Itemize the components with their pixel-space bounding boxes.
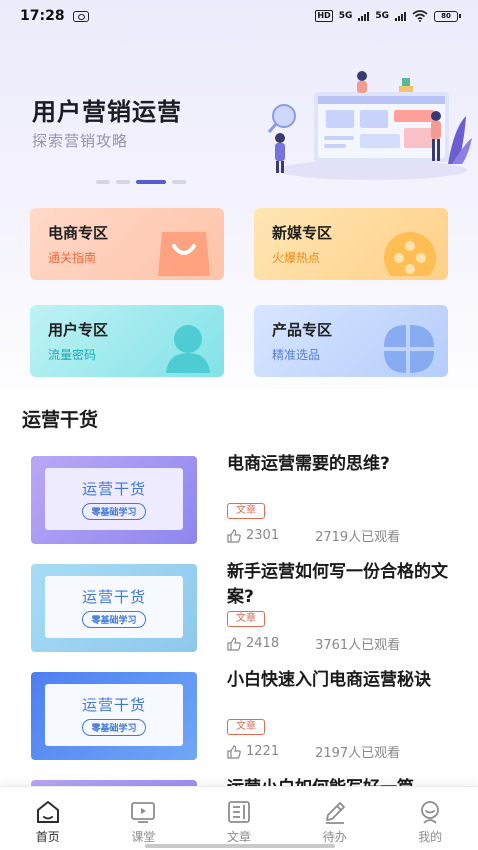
thumbnail-card: 运营干货 零基础学习	[45, 468, 183, 530]
view-count: 3761人已观看	[315, 638, 401, 653]
article-item[interactable]: 运营干货 零基础学习 新手运营如何写一份合格的文案? 文章 2418 3761人…	[0, 562, 478, 664]
pagination-dot[interactable]	[172, 180, 186, 184]
banner-title[interactable]: 用户营销运营	[32, 92, 182, 127]
thumbnail-badge: 零基础学习	[82, 503, 146, 520]
status-bar: 17:28 HD 5G 5G 80	[0, 0, 478, 32]
article-thumbnail: 运营干货 零基础学习	[31, 456, 197, 544]
section-title: 运营干货	[22, 409, 99, 431]
thumbnail-card: 运营干货 零基础学习	[45, 684, 183, 746]
nav-item-profile[interactable]: 我的	[382, 787, 478, 850]
nav-item-class[interactable]: 课堂	[96, 787, 192, 850]
article-title[interactable]: 新手运营如何写一份合格的文案?	[227, 560, 467, 610]
thumbnail-title: 运营干货	[81, 480, 146, 498]
profile-icon	[421, 801, 440, 824]
nav-item-articles[interactable]: 文章	[191, 787, 287, 850]
thumbs-up-icon[interactable]	[227, 744, 241, 759]
battery-icon: 80	[434, 10, 461, 22]
category-card-newmedia[interactable]: 新媒专区 火爆热点	[254, 208, 448, 280]
thumbnail-title: 运营干货	[81, 588, 146, 606]
banner-illustration	[267, 71, 472, 180]
network-label-1: 5G	[338, 11, 353, 21]
video-icon	[131, 802, 156, 823]
category-card-user[interactable]: 用户专区 流量密码	[30, 305, 224, 377]
nav-label: 待办	[322, 830, 347, 844]
article-tag: 文章	[227, 611, 265, 627]
banner-pagination[interactable]	[96, 180, 186, 184]
article-stats: 2301 2719人已观看	[227, 526, 400, 545]
bottom-navigation: 首页 课堂 文章 待办 我的	[0, 786, 478, 850]
shopping-bag-icon	[158, 232, 210, 276]
nav-label: 我的	[418, 830, 443, 844]
thumbnail-badge: 零基础学习	[82, 719, 146, 736]
thumbnail-title: 运营干货	[81, 696, 146, 714]
nav-label: 文章	[226, 830, 251, 844]
nav-item-home[interactable]: 首页	[0, 787, 96, 850]
article-icon	[228, 801, 250, 823]
film-reel-icon	[384, 232, 436, 276]
pagination-dot[interactable]	[116, 180, 130, 184]
article-item[interactable]: 运营干货 零基础学习 小白快速入门电商运营秘诀 文章 1221 2197人已观看	[0, 670, 478, 772]
article-item[interactable]: 运营干货 零基础学习 电商运营需要的思维? 文章 2301 2719人已观看	[0, 454, 478, 556]
wifi-icon	[412, 10, 428, 22]
network-label-2: 5G	[375, 11, 389, 21]
like-count: 2418	[246, 636, 280, 651]
nav-label: 首页	[35, 830, 60, 844]
like-count: 1221	[246, 744, 280, 759]
nav-item-todo[interactable]: 待办	[287, 787, 383, 850]
category-card-ecommerce[interactable]: 电商专区 通关指南	[30, 208, 224, 280]
hd-icon: HD	[315, 10, 333, 22]
nav-label: 课堂	[131, 830, 156, 844]
view-count: 2197人已观看	[315, 746, 401, 761]
article-thumbnail: 运营干货 零基础学习	[31, 672, 197, 760]
pagination-dot-active[interactable]	[136, 180, 166, 184]
banner-subtitle: 探索营销攻略	[32, 132, 129, 150]
signal-icon-2	[395, 11, 406, 21]
thumbs-up-icon[interactable]	[227, 636, 241, 651]
article-stats: 2418 3761人已观看	[227, 634, 400, 653]
thumbs-up-icon[interactable]	[227, 528, 241, 543]
home-icon	[36, 801, 59, 823]
home-indicator[interactable]	[145, 844, 335, 848]
notification-icon	[72, 10, 89, 22]
view-count: 2719人已观看	[315, 530, 401, 545]
pen-icon	[325, 802, 345, 824]
article-stats: 1221 2197人已观看	[227, 742, 400, 761]
clover-icon	[384, 325, 434, 373]
category-card-product[interactable]: 产品专区 精准选品	[254, 305, 448, 377]
status-time: 17:28	[20, 8, 65, 24]
status-indicators: HD 5G 5G 80	[315, 10, 461, 22]
article-title[interactable]: 电商运营需要的思维?	[227, 452, 467, 477]
like-count: 2301	[246, 528, 280, 543]
thumbnail-card: 运营干货 零基础学习	[45, 576, 183, 638]
signal-icon	[358, 11, 370, 21]
user-icon	[166, 325, 210, 373]
pagination-dot[interactable]	[96, 180, 110, 184]
thumbnail-badge: 零基础学习	[82, 611, 146, 628]
article-tag: 文章	[227, 719, 265, 735]
article-tag: 文章	[227, 503, 265, 519]
article-thumbnail: 运营干货 零基础学习	[31, 564, 197, 652]
article-title[interactable]: 小白快速入门电商运营秘诀	[227, 668, 467, 693]
